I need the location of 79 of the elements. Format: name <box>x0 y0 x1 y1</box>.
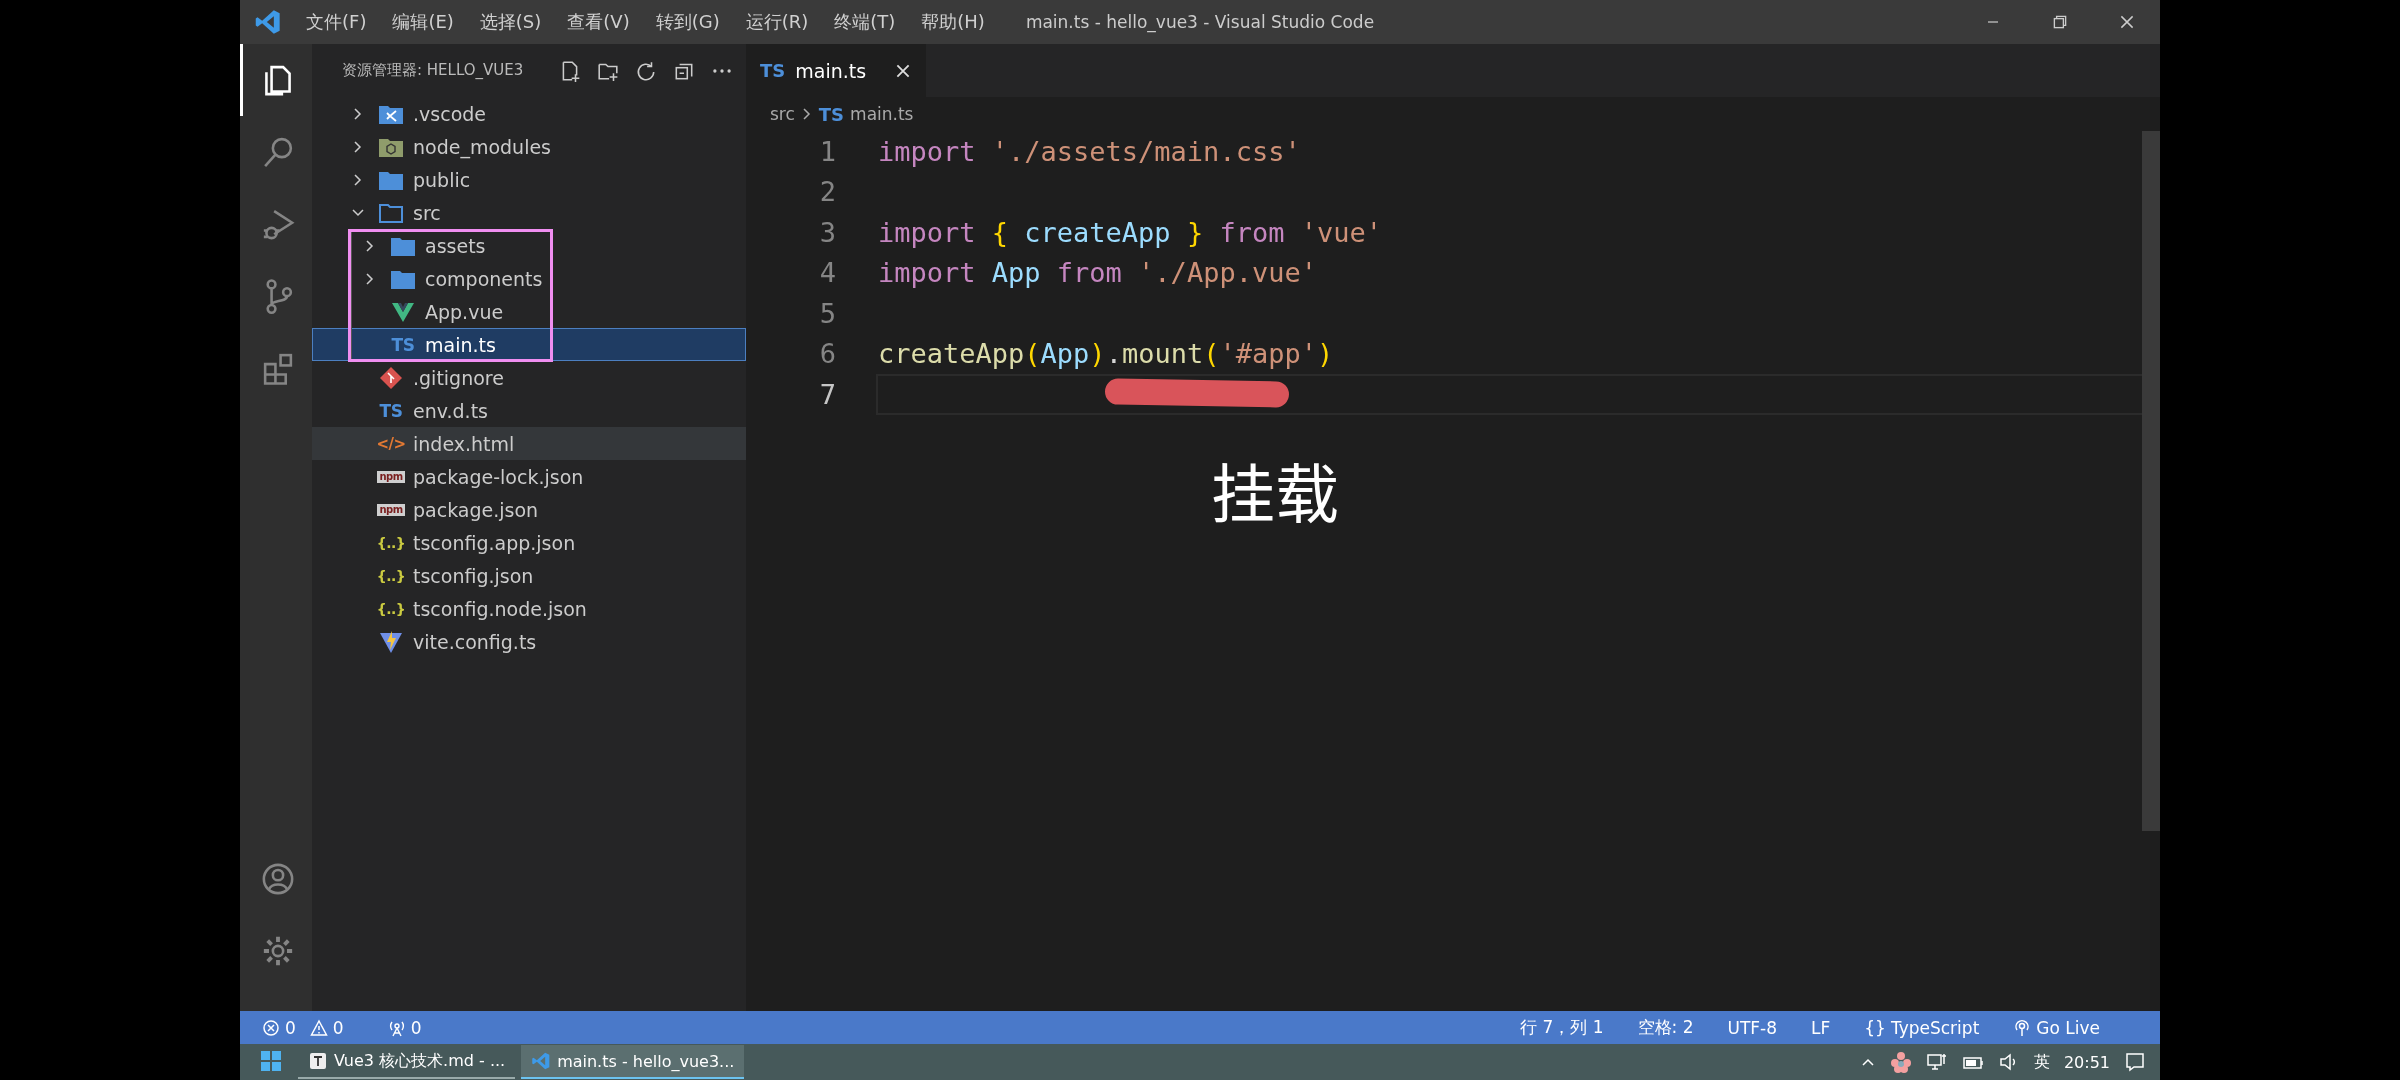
status-item[interactable]: LF <box>1811 1017 1831 1038</box>
diamond-icon <box>379 365 403 390</box>
status-item[interactable]: UTF-8 <box>1727 1017 1778 1038</box>
document-icon <box>308 1051 328 1071</box>
more-icon <box>713 68 732 73</box>
open-folder-icon <box>378 201 404 224</box>
code-line: import './assets/main.css' <box>877 134 1302 169</box>
menu-item[interactable]: 文件(F) <box>304 6 369 38</box>
tree-item[interactable]: </> index.html <box>312 427 746 460</box>
tree-item[interactable]: .gitignore <box>312 361 746 394</box>
notification-icon[interactable] <box>2124 1051 2146 1073</box>
file-type-icon: TS <box>379 400 403 421</box>
line-number: 7 <box>818 378 836 410</box>
tree-item[interactable]: {..} tsconfig.json <box>312 559 746 592</box>
file-type-icon: TS <box>391 334 415 355</box>
code-line: import App from './App.vue' <box>877 256 1318 291</box>
file-type-icon: {..} <box>376 600 406 617</box>
clock-time[interactable]: 20:51 <box>2063 1052 2110 1072</box>
tree-item[interactable]: TS main.ts <box>312 328 746 361</box>
tree-item[interactable]: assets <box>312 229 746 262</box>
vscode-logo-icon <box>254 8 282 36</box>
file-type-icon: {..} <box>376 567 406 584</box>
tree-item[interactable]: {..} tsconfig.app.json <box>312 526 746 559</box>
menu-item[interactable]: 查看(V) <box>565 6 632 38</box>
chevron-right-icon <box>800 107 813 121</box>
file-type-icon: {..} <box>376 534 406 551</box>
tree-item[interactable]: App.vue <box>312 295 746 328</box>
explorer-title: 资源管理器: HELLO_VUE3 <box>342 61 524 80</box>
caption-text: 挂载 <box>1211 457 1339 521</box>
tree-item[interactable]: .vscode <box>312 97 746 130</box>
code-line: import { createApp } from 'vue' <box>877 215 1383 250</box>
tree-item[interactable]: components <box>312 262 746 295</box>
breadcrumb-item[interactable]: src <box>770 104 795 124</box>
network-icon[interactable] <box>1925 1051 1948 1073</box>
flower-icon[interactable] <box>1889 1051 1912 1073</box>
menu-item[interactable]: 选择(S) <box>477 6 544 38</box>
taskbar-item[interactable]: main.ts - hello_vue3... <box>521 1045 745 1079</box>
line-number: 6 <box>818 338 836 370</box>
tree-item[interactable]: vite.config.ts <box>312 625 746 658</box>
ports-status[interactable]: 0 <box>387 1017 422 1038</box>
taskbar-item[interactable]: Vue3 核心技术.md - ... <box>298 1045 516 1079</box>
line-number: 2 <box>818 176 836 208</box>
warning-icon <box>309 1018 328 1037</box>
tree-item[interactable]: {..} tsconfig.node.json <box>312 592 746 625</box>
menu-item[interactable]: 编辑(E) <box>390 6 456 38</box>
line-number: 5 <box>818 297 836 329</box>
language-status[interactable]: {} TypeScript <box>1864 1017 1980 1038</box>
tree-item[interactable]: npm package-lock.json <box>312 460 746 493</box>
file-type-icon: </> <box>376 434 406 453</box>
lightning-icon <box>379 629 403 654</box>
tree-item[interactable]: src <box>312 196 746 229</box>
line-number: 1 <box>818 135 836 167</box>
editor-tab[interactable]: TS main.ts <box>746 44 926 97</box>
vue-logo-icon <box>391 300 415 323</box>
menu-item[interactable]: 终端(T) <box>832 6 898 38</box>
menu-item[interactable]: 帮助(H) <box>919 6 987 38</box>
line-number: 4 <box>818 257 836 289</box>
breadcrumb-item[interactable]: TS main.ts <box>818 103 914 125</box>
errors-status[interactable]: 0 <box>262 1017 296 1038</box>
input-method-indicator[interactable]: 英 <box>2033 1051 2050 1073</box>
window-title: main.ts - hello_vue3 - Visual Studio Code <box>1025 12 1375 32</box>
tree-item[interactable]: node_modules <box>312 130 746 163</box>
file-type-icon: npm <box>377 470 405 483</box>
broadcast-icon <box>2013 1018 2032 1037</box>
menu-item[interactable]: 转到(G) <box>653 6 722 38</box>
status-item[interactable]: 空格: 2 <box>1637 1016 1694 1039</box>
menu-item[interactable]: 运行(R) <box>743 6 811 38</box>
code-line: createApp(App).mount('#app') <box>877 337 1335 372</box>
error-icon <box>262 1018 280 1037</box>
vscode-logo-icon <box>531 1051 552 1071</box>
file-type-icon: npm <box>377 503 405 516</box>
status-item[interactable]: 行 7，列 1 <box>1520 1016 1604 1039</box>
line-number: 3 <box>818 216 836 248</box>
tree-item[interactable]: public <box>312 163 746 196</box>
tree-item[interactable]: npm package.json <box>312 493 746 526</box>
windows-logo-icon <box>260 1050 282 1072</box>
warnings-status[interactable]: 0 <box>309 1017 344 1038</box>
live-status[interactable]: Go Live <box>2013 1017 2100 1038</box>
tree-item[interactable]: TS env.d.ts <box>312 394 746 427</box>
